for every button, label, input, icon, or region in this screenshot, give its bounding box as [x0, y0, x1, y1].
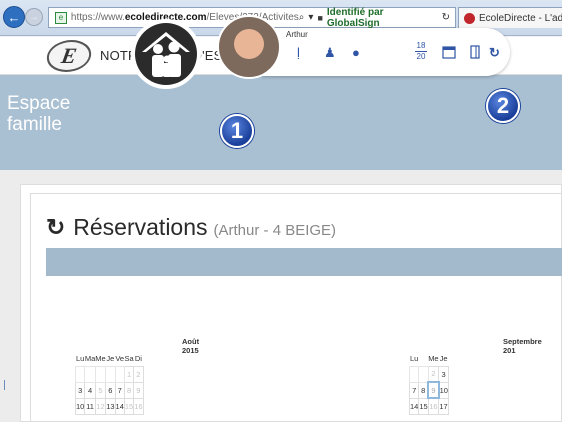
calendar-day[interactable]: 8	[123, 381, 135, 399]
weekday-label: Me	[95, 354, 106, 364]
calendar-day[interactable]: 11	[84, 397, 96, 415]
month-label: Août 2015	[182, 337, 200, 355]
messages-icon: ●	[352, 45, 360, 60]
weekday-label: Di	[134, 354, 142, 364]
calendar-day[interactable]: 14	[114, 397, 125, 415]
calendar-day[interactable]: 6	[105, 381, 116, 399]
browser-tab[interactable]: EcoleDirecte - L'admin	[458, 7, 562, 28]
reservations-title-icon: ↻	[46, 214, 66, 240]
timeline-button[interactable]: ḷ	[297, 45, 300, 60]
calendar-day[interactable]: 3	[438, 365, 449, 383]
page-icon: e	[55, 11, 67, 24]
person-icon: ♟	[324, 45, 336, 60]
calendar-day[interactable]: 16	[427, 397, 440, 415]
calendar-day[interactable]: 10	[74, 397, 86, 415]
page-title: ↻ Réservations (Arthur - 4 BEIGE)	[46, 214, 336, 241]
calendar-day[interactable]: 5	[94, 381, 107, 399]
url-scheme: https://www.	[70, 12, 125, 23]
calendar-day	[94, 365, 107, 383]
espace-famille-header: Espace famille	[0, 75, 562, 170]
child-name: Arthur	[286, 30, 308, 39]
calendar-day[interactable]: 2	[427, 365, 440, 383]
calendar-day[interactable]: 15	[123, 397, 135, 415]
reservations-icon: ↻	[489, 45, 500, 60]
grades-button[interactable]: 18 20	[415, 42, 427, 61]
calendar-day	[105, 365, 116, 383]
back-arrow-icon: ←	[7, 9, 21, 25]
marker-2: 2	[486, 89, 520, 123]
weekday-label: Lu	[410, 354, 419, 364]
calendar-day[interactable]: 14	[408, 397, 420, 415]
weekday-label: Ma	[84, 354, 96, 364]
weekday-label	[419, 352, 428, 366]
refresh-icon[interactable]: ↻	[442, 12, 450, 23]
calendar-day	[418, 365, 429, 383]
weekday-label: Je	[439, 354, 448, 364]
calendar-day	[84, 365, 96, 383]
certificate-label[interactable]: Identifié par GlobalSign	[327, 7, 438, 29]
calendar-day[interactable]: 17	[438, 397, 449, 415]
calendar-day[interactable]: 10	[438, 381, 449, 399]
calendar-day[interactable]: 12	[94, 397, 107, 415]
calendar-day	[74, 365, 86, 383]
timeline-icon: ḷ	[297, 45, 300, 60]
tab-favicon-icon	[464, 12, 475, 24]
family-avatar[interactable]	[131, 19, 201, 89]
calendar-icon	[442, 46, 456, 59]
school-logo[interactable]: E	[44, 40, 94, 72]
tab-title: EcoleDirecte - L'admin	[479, 12, 562, 24]
reservations-button[interactable]: ↻	[489, 45, 500, 61]
section-bar	[46, 248, 562, 276]
calendar-day[interactable]: 2	[133, 365, 144, 383]
left-edge-marker	[4, 380, 8, 390]
marker-1: 1	[220, 114, 254, 148]
calendar-day[interactable]: 8	[418, 381, 429, 399]
notebook-button[interactable]	[470, 45, 480, 62]
family-icon	[135, 23, 197, 85]
dropdown-icon[interactable]: ▾	[308, 12, 313, 23]
espace-famille-title: Espace famille	[7, 93, 71, 135]
calendar-day[interactable]: 7	[408, 381, 420, 399]
child-photo[interactable]	[217, 15, 281, 79]
lock-icon[interactable]: ■	[317, 13, 322, 23]
calendar-button[interactable]	[442, 45, 456, 62]
search-icon[interactable]: ⌕	[299, 12, 305, 23]
back-button[interactable]: ←	[3, 6, 25, 28]
forward-arrow-icon: →	[29, 11, 39, 23]
calendar-day-selected[interactable]: 9	[427, 381, 440, 399]
notebook-icon	[470, 45, 480, 59]
profile-button[interactable]: ♟	[324, 45, 336, 61]
weekday-label: Me	[428, 354, 439, 364]
calendar-day[interactable]: 9	[133, 381, 144, 399]
page-title-text: Réservations	[73, 214, 208, 240]
calendar-grid: Lu Me Je 2 3 7 8 9 10 14 15 16 17	[408, 352, 449, 415]
calendar-grid: Lu Ma Me Je Ve Sa Di 1 2 3 4 5 6 7 8 9 1…	[74, 352, 144, 415]
calendar-day[interactable]: 13	[105, 397, 116, 415]
weekday-label: Lu	[76, 354, 85, 364]
forward-button[interactable]: →	[25, 8, 43, 26]
calendar-day[interactable]: 1	[123, 365, 135, 383]
calendar-day[interactable]: 7	[114, 381, 125, 399]
weekday-label: Sa	[124, 354, 134, 364]
calendar-day	[408, 365, 420, 383]
page-subtitle: (Arthur - 4 BEIGE)	[213, 222, 337, 239]
calendar-day[interactable]: 15	[418, 397, 429, 415]
month-label: Septembre 201	[503, 337, 542, 355]
messages-button[interactable]: ●	[352, 45, 360, 60]
weekday-label: Ve	[115, 354, 125, 364]
calendar-day[interactable]: 4	[84, 381, 96, 399]
calendar-day	[114, 365, 125, 383]
weekday-label: Je	[106, 354, 115, 364]
calendar-day[interactable]: 3	[74, 381, 86, 399]
calendar-day[interactable]: 16	[133, 397, 144, 415]
